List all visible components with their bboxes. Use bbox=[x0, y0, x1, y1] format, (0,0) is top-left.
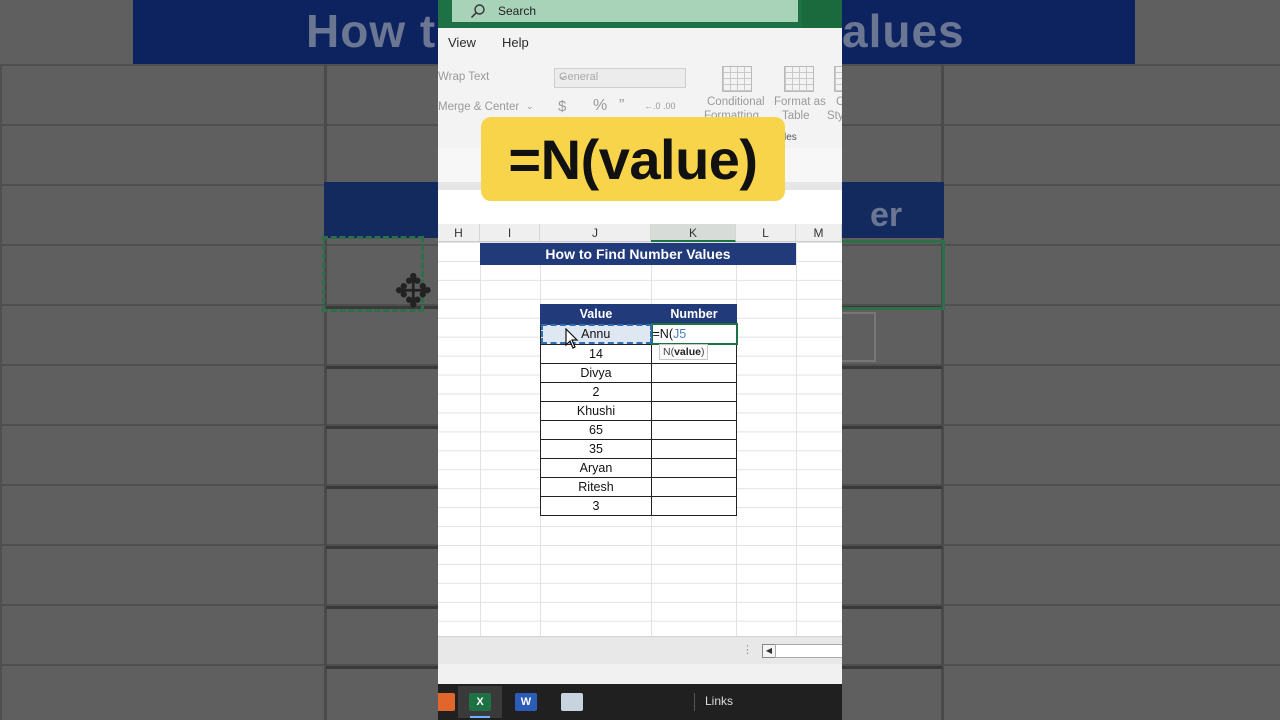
taskbar: X W Links bbox=[438, 684, 842, 720]
function-tooltip: N(value) bbox=[659, 344, 709, 360]
tooltip-arg: value bbox=[674, 346, 701, 358]
bg-selection-right bbox=[842, 240, 945, 310]
cell-number[interactable] bbox=[651, 401, 737, 421]
taskbar-file-explorer[interactable] bbox=[550, 686, 594, 718]
taskbar-separator bbox=[694, 693, 695, 711]
scroll-left-arrow-icon[interactable]: ◀ bbox=[762, 644, 776, 658]
cell-styles-label[interactable]: C bbox=[836, 96, 842, 108]
table-row: 3 bbox=[540, 496, 737, 516]
bg-tooltip bbox=[842, 312, 876, 362]
merge-center-button[interactable]: Merge & Center bbox=[438, 101, 519, 113]
header-value: Value bbox=[540, 304, 652, 325]
format-as-table-label[interactable]: Format as bbox=[774, 96, 826, 108]
wrap-text-button[interactable]: Wrap Text bbox=[438, 71, 489, 83]
cell-value[interactable]: Divya bbox=[540, 363, 652, 383]
tooltip-close: ) bbox=[700, 346, 705, 358]
overlay-text: =N(value) bbox=[508, 127, 758, 191]
merge-dropdown-icon[interactable]: ⌄ bbox=[526, 101, 534, 112]
editing-formula: =N( bbox=[652, 327, 674, 341]
table-row: 65 bbox=[540, 420, 737, 440]
table-row: 35 bbox=[540, 439, 737, 459]
worksheet[interactable]: H I J K L M How to Find Number Values Va… bbox=[438, 224, 842, 636]
excel-icon: X bbox=[469, 693, 491, 711]
taskbar-word[interactable]: W bbox=[504, 686, 548, 718]
app-icon bbox=[438, 693, 455, 711]
horizontal-scrollbar[interactable] bbox=[775, 644, 842, 658]
column-gridline bbox=[796, 242, 797, 636]
currency-button[interactable]: $ bbox=[558, 98, 566, 115]
excel-window: Search View Help Wrap Text Merge & Cente… bbox=[438, 0, 842, 720]
menu-help[interactable]: Help bbox=[502, 35, 529, 50]
bg-banner-text-right: alues bbox=[842, 5, 965, 57]
number-format-dropdown[interactable]: General ⌄ bbox=[554, 68, 686, 88]
table-title: How to Find Number Values bbox=[480, 243, 796, 265]
bg-header-text: er bbox=[870, 196, 903, 234]
column-gridline bbox=[480, 242, 481, 636]
comma-button[interactable]: ” bbox=[619, 97, 624, 115]
cell-value[interactable]: Ritesh bbox=[540, 477, 652, 497]
title-bar-right bbox=[802, 0, 842, 28]
column-header-l[interactable]: L bbox=[736, 224, 796, 242]
table-row: Khushi bbox=[540, 401, 737, 421]
format-as-table-label-2: Table bbox=[782, 110, 810, 122]
formula-overlay-banner: =N(value) bbox=[481, 117, 785, 201]
bg-move-cursor-icon: ✥ bbox=[394, 265, 433, 317]
search-icon bbox=[470, 3, 486, 19]
cell-value[interactable]: 65 bbox=[540, 420, 652, 440]
search-box[interactable]: Search bbox=[452, 0, 798, 22]
cell-number[interactable] bbox=[651, 458, 737, 478]
taskbar-excel[interactable]: X bbox=[458, 686, 502, 718]
cell-value[interactable]: 2 bbox=[540, 382, 652, 402]
cell-styles-icon[interactable] bbox=[834, 66, 842, 92]
search-label: Search bbox=[498, 4, 537, 18]
decimal-buttons[interactable]: ←.0 .00 bbox=[644, 101, 676, 111]
cell-number[interactable] bbox=[651, 439, 737, 459]
cell-number[interactable] bbox=[651, 420, 737, 440]
cell-value[interactable]: 14 bbox=[540, 343, 652, 364]
cell-value[interactable]: Khushi bbox=[540, 401, 652, 421]
conditional-formatting-label[interactable]: Conditional bbox=[707, 96, 765, 108]
title-bar: Search bbox=[438, 0, 842, 28]
table-row: 2 bbox=[540, 382, 737, 402]
column-header-k[interactable]: K bbox=[651, 224, 736, 242]
cell-number-editing[interactable]: =N(J5 bbox=[650, 323, 738, 345]
cell-value[interactable]: Aryan bbox=[540, 458, 652, 478]
percent-button[interactable]: % bbox=[593, 97, 607, 115]
cell-number[interactable] bbox=[651, 496, 737, 516]
column-header-j[interactable]: J bbox=[540, 224, 651, 242]
table-row: Aryan bbox=[540, 458, 737, 478]
header-number: Number bbox=[651, 304, 737, 325]
mouse-pointer-icon bbox=[564, 327, 580, 350]
conditional-formatting-icon[interactable] bbox=[722, 66, 752, 92]
cell-number[interactable] bbox=[651, 363, 737, 383]
split-handle-icon[interactable]: ⋮ bbox=[742, 643, 753, 656]
horizontal-scroll-area: ⋮ ◀ bbox=[438, 636, 842, 665]
cell-value[interactable]: 35 bbox=[540, 439, 652, 459]
status-bar bbox=[438, 664, 842, 684]
table-row: Ritesh bbox=[540, 477, 737, 497]
menu-bar: View Help bbox=[438, 28, 842, 56]
cell-value-active[interactable]: Annu bbox=[540, 323, 652, 345]
taskbar-links[interactable]: Links bbox=[705, 694, 733, 708]
cell-styles-label-2: Sty bbox=[827, 110, 842, 122]
column-header-i[interactable]: I bbox=[480, 224, 540, 242]
cell-number[interactable] bbox=[651, 477, 737, 497]
column-header-m[interactable]: M bbox=[796, 224, 842, 242]
cell-value[interactable]: 3 bbox=[540, 496, 652, 516]
word-icon: W bbox=[515, 693, 537, 711]
editing-reference: J5 bbox=[673, 327, 687, 341]
format-as-table-icon[interactable] bbox=[784, 66, 814, 92]
cell-number[interactable] bbox=[651, 382, 737, 402]
column-header-h[interactable]: H bbox=[438, 224, 480, 242]
tooltip-fn: N( bbox=[663, 346, 675, 358]
styles-group-label: les bbox=[784, 132, 797, 143]
file-explorer-icon bbox=[561, 693, 583, 711]
menu-view[interactable]: View bbox=[448, 35, 476, 50]
chevron-down-icon: ⌄ bbox=[559, 71, 567, 81]
table-row: Divya bbox=[540, 363, 737, 383]
